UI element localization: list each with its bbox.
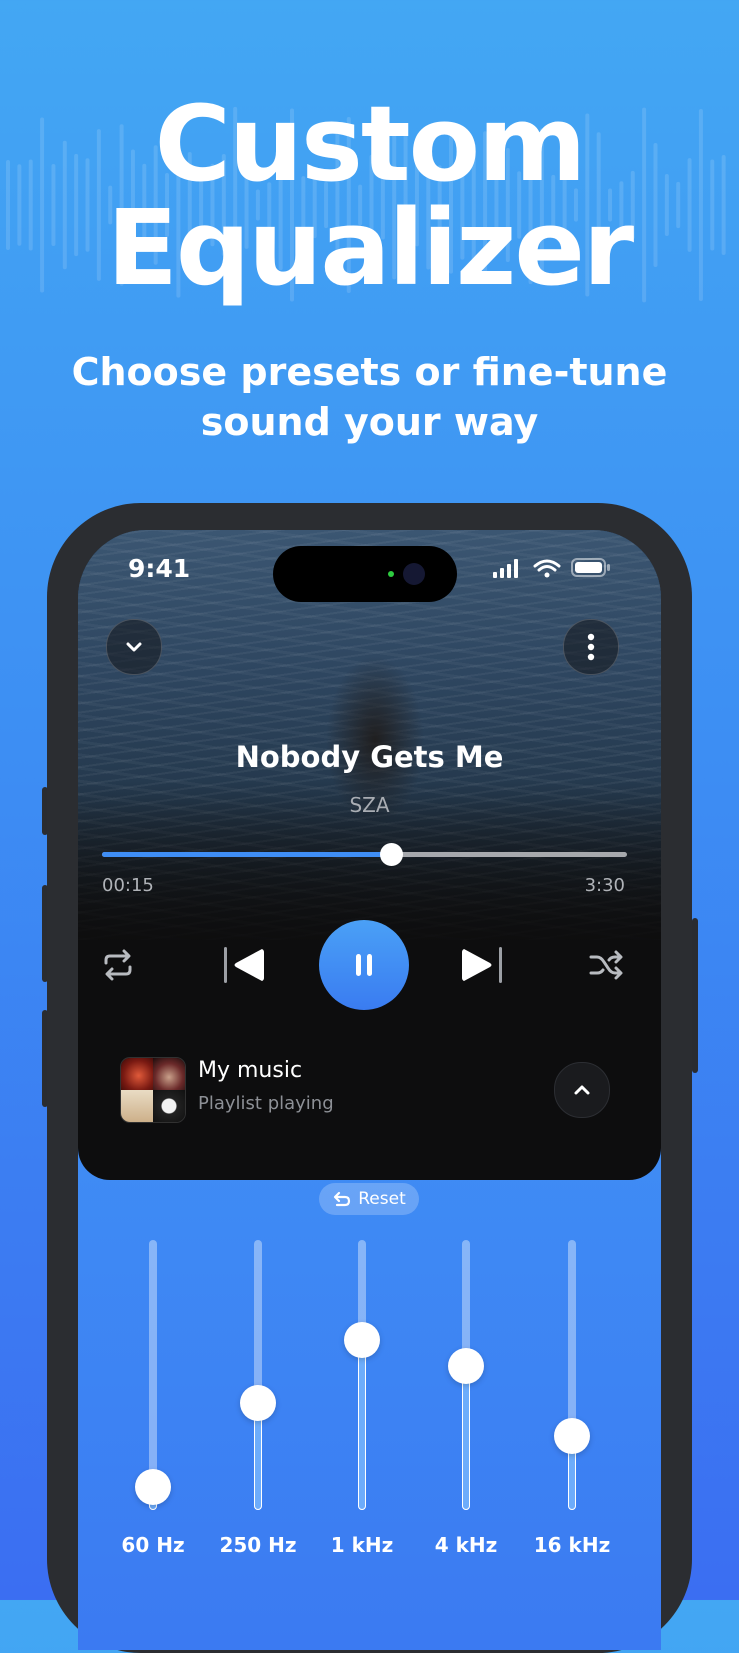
eq-band-label: 1 kHz	[330, 1533, 394, 1557]
shuffle-button[interactable]	[586, 945, 626, 985]
phone-power-button	[692, 918, 698, 1073]
skip-previous-icon	[224, 947, 264, 983]
undo-icon	[334, 1191, 351, 1207]
eq-slider-knob[interactable]	[554, 1417, 590, 1454]
eq-band-label: 250 Hz	[219, 1533, 297, 1557]
elapsed-time: 00:15	[102, 875, 154, 896]
battery-icon	[571, 558, 610, 577]
expand-playlist-button[interactable]	[554, 1062, 610, 1118]
reset-button[interactable]: Reset	[319, 1183, 419, 1215]
song-artist: SZA	[349, 793, 390, 817]
eq-slider-knob[interactable]	[135, 1469, 171, 1506]
eq-slider-band[interactable]	[446, 1240, 486, 1520]
repeat-button[interactable]	[98, 945, 138, 985]
playlist-status: Playlist playing	[198, 1093, 334, 1114]
front-camera	[403, 563, 425, 585]
more-vertical-icon	[587, 633, 595, 661]
chevron-up-icon	[574, 1085, 590, 1095]
skip-next-icon	[462, 947, 502, 983]
reset-label: Reset	[358, 1189, 406, 1209]
next-button[interactable]	[456, 940, 508, 990]
headline-line-1: Custom	[154, 83, 587, 205]
eq-slider-knob[interactable]	[240, 1385, 276, 1422]
repeat-icon	[104, 949, 132, 981]
eq-band-label: 60 Hz	[121, 1533, 185, 1557]
duration-time: 3:30	[584, 875, 625, 896]
dynamic-island	[273, 546, 457, 602]
progress-fill	[102, 852, 391, 857]
phone-screen: 9:41 Nobody Gets Me SZA 00:15 3:30 My mu…	[78, 530, 661, 1650]
status-time: 9:41	[128, 554, 191, 583]
playlist-artwork	[120, 1057, 186, 1123]
eq-slider-band[interactable]	[238, 1240, 278, 1520]
eq-slider-band[interactable]	[133, 1240, 173, 1520]
subheadline: Choose presets or fine-tune sound your w…	[71, 350, 668, 444]
playlist-name: My music	[198, 1058, 303, 1083]
eq-slider-fill	[462, 1365, 470, 1510]
pause-icon	[356, 954, 372, 976]
headline-line-2: Equalizer	[106, 187, 634, 309]
eq-slider-fill	[358, 1339, 366, 1510]
eq-slider-knob[interactable]	[448, 1347, 484, 1384]
eq-band-label: 4 kHz	[434, 1533, 498, 1557]
signal-icon	[493, 559, 518, 578]
pause-button[interactable]	[319, 920, 409, 1010]
progress-slider[interactable]	[102, 843, 627, 866]
previous-button[interactable]	[218, 940, 270, 990]
more-options-button[interactable]	[563, 619, 619, 675]
song-title: Nobody Gets Me	[235, 740, 504, 774]
status-icons	[493, 558, 610, 578]
chevron-down-icon	[126, 642, 142, 652]
shuffle-icon	[589, 950, 623, 980]
wifi-icon	[533, 559, 561, 578]
privacy-indicator	[388, 571, 394, 577]
eq-slider-knob[interactable]	[344, 1321, 380, 1358]
eq-slider-band[interactable]	[342, 1240, 382, 1520]
eq-band-label: 16 kHz	[533, 1533, 611, 1557]
progress-knob[interactable]	[379, 843, 403, 866]
eq-slider-band[interactable]	[552, 1240, 592, 1520]
player-panel: 9:41 Nobody Gets Me SZA 00:15 3:30 My mu…	[78, 530, 661, 1180]
collapse-button[interactable]	[106, 619, 162, 675]
